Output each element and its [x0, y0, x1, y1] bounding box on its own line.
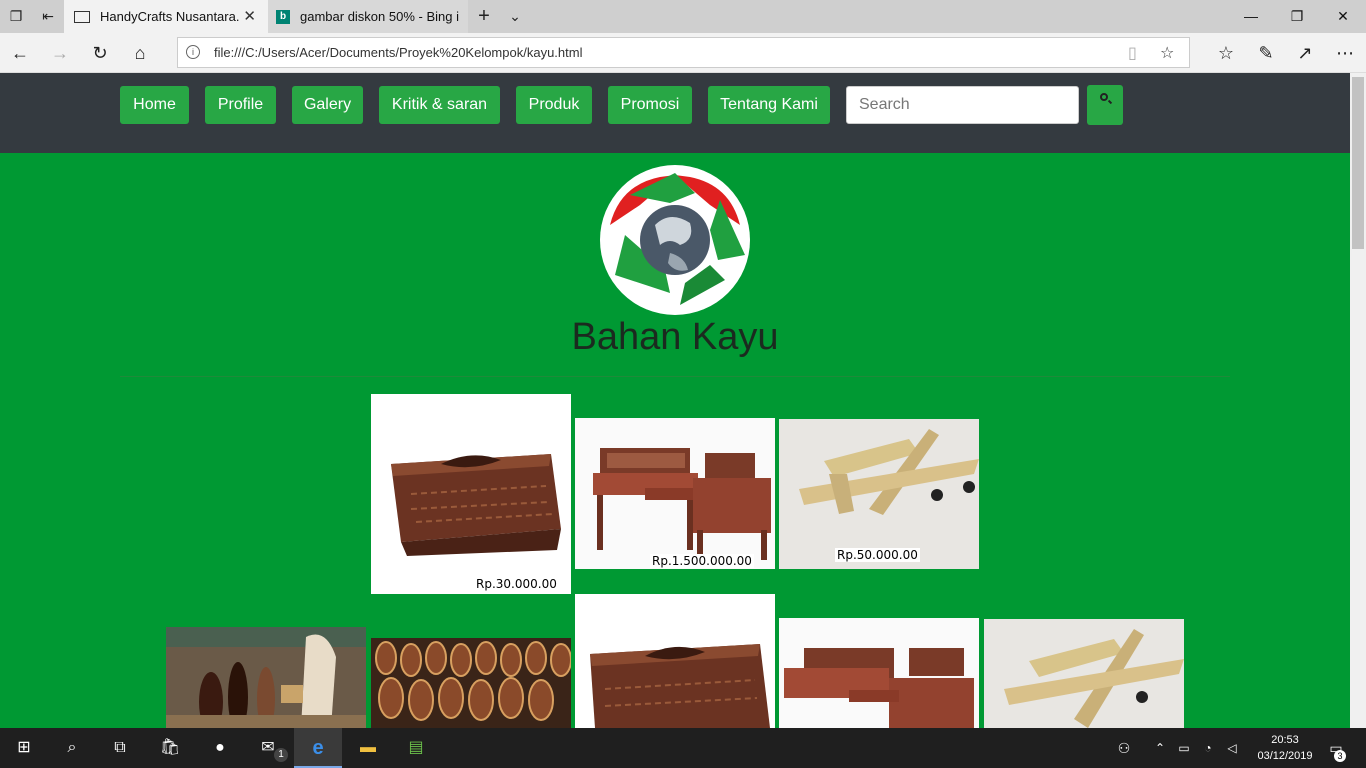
edge-taskbar-button[interactable]: e — [294, 728, 342, 768]
nav-home[interactable]: Home — [120, 86, 189, 124]
tab-manager-icon[interactable]: ❐ — [6, 6, 26, 26]
chevron-down-icon[interactable]: ⌄ — [505, 6, 525, 26]
share-icon[interactable]: ↗ — [1293, 41, 1317, 65]
favorite-star-icon[interactable]: ☆ — [1160, 43, 1174, 63]
home-icon[interactable]: ⌂ — [128, 41, 152, 65]
refresh-icon[interactable]: ↻ — [88, 41, 112, 65]
product-wooden-vases[interactable] — [166, 627, 366, 728]
bing-icon: b — [276, 9, 290, 24]
notification-badge: 3 — [1334, 750, 1346, 762]
page-scrollbar[interactable] — [1350, 73, 1366, 728]
address-toolbar: ← → ↻ ⌂ i file:///C:/Users/Acer/Document… — [0, 33, 1366, 73]
close-tab-icon[interactable]: ✕ — [243, 7, 256, 25]
nav-kritik-saran[interactable]: Kritik & saran — [379, 86, 500, 124]
search-input[interactable]: Search — [846, 86, 1079, 124]
task-view-icon[interactable]: ⧉ — [106, 734, 134, 762]
nav-galery[interactable]: Galery — [292, 86, 363, 124]
browser-tab-bar: ❐ ⇤ HandyCrafts Nusantara. ✕ b gambar di… — [0, 0, 1366, 33]
nav-produk[interactable]: Produk — [516, 86, 592, 124]
clock-time: 20:53 — [1271, 734, 1299, 746]
page-title: Bahan Kayu — [571, 316, 779, 358]
favorites-icon[interactable]: ☆ — [1214, 41, 1238, 65]
nav-promosi[interactable]: Promosi — [608, 86, 692, 124]
tab-title: HandyCrafts Nusantara. — [100, 9, 240, 24]
back-icon[interactable]: ← — [8, 41, 32, 65]
more-icon[interactable]: ⋯ — [1333, 41, 1357, 65]
url-text: file:///C:/Users/Acer/Documents/Proyek%2… — [214, 45, 583, 60]
volume-icon[interactable]: ◁ — [1218, 734, 1246, 762]
site-navbar: Home Profile Galery Kritik & saran Produ… — [0, 73, 1350, 153]
product-tissue-box[interactable]: Rp.30.000.00 — [371, 394, 571, 594]
store-icon[interactable]: 🛍 — [156, 734, 184, 762]
address-field[interactable]: i file:///C:/Users/Acer/Documents/Proyek… — [177, 37, 1190, 68]
close-window-icon[interactable]: ✕ — [1320, 0, 1366, 33]
nav-tentang-kami[interactable]: Tentang Kami — [708, 86, 830, 124]
minimize-icon[interactable]: — — [1228, 0, 1274, 33]
nav-profile[interactable]: Profile — [205, 86, 276, 124]
reading-view-icon[interactable]: ▯ — [1128, 43, 1137, 63]
people-icon[interactable]: ⚇ — [1110, 734, 1138, 762]
search-icon[interactable]: ⌕ — [58, 734, 86, 762]
product-price: Rp.1.500.000.00 — [650, 554, 754, 568]
search-button[interactable] — [1087, 85, 1123, 125]
product-price: Rp.30.000.00 — [474, 577, 559, 591]
product-price: Rp.50.000.00 — [835, 548, 920, 562]
page-icon — [74, 10, 90, 23]
info-icon[interactable]: i — [186, 45, 200, 59]
search-icon — [1100, 93, 1108, 101]
restore-icon[interactable]: ❐ — [1274, 0, 1320, 33]
tab-bing[interactable]: b gambar diskon 50% - Bing i — [268, 0, 468, 33]
clock-date: 03/12/2019 — [1257, 750, 1313, 762]
windows-start-icon[interactable]: ⊞ — [10, 734, 38, 762]
notepad-icon[interactable]: ▤ — [402, 734, 430, 762]
page-viewport: Home Profile Galery Kritik & saran Produ… — [0, 73, 1350, 728]
edge-icon: e — [312, 737, 324, 759]
pen-icon[interactable]: ✎ — [1254, 41, 1278, 65]
product-wooden-plane[interactable]: Rp.50.000.00 — [779, 419, 979, 569]
divider — [120, 376, 1230, 377]
file-explorer-icon[interactable]: ▬ — [354, 734, 382, 762]
product-furniture-set-2[interactable] — [779, 618, 979, 728]
mail-badge: 1 — [274, 748, 288, 762]
product-furniture-set[interactable]: Rp.1.500.000.00 — [575, 418, 775, 569]
product-wooden-plane-2[interactable] — [984, 619, 1184, 728]
set-aside-tabs-icon[interactable]: ⇤ — [38, 6, 58, 26]
scrollbar-thumb[interactable] — [1352, 77, 1364, 249]
product-bangles[interactable] — [371, 638, 571, 728]
product-tissue-box-2[interactable] — [575, 594, 775, 728]
new-tab-icon[interactable]: + — [474, 6, 494, 26]
windows-taskbar: ⊞ ⌕ ⧉ 🛍 ● ✉ 1 e ▬ ▤ ⚇ ⌃ ▭ ◔ ◁ 20:53 03/1… — [0, 728, 1366, 768]
forward-icon[interactable]: → — [48, 41, 72, 65]
tab-title: gambar diskon 50% - Bing i — [300, 9, 459, 24]
tab-handycrafts[interactable]: HandyCrafts Nusantara. ✕ — [64, 0, 268, 33]
site-logo — [600, 165, 750, 315]
system-clock[interactable]: 20:53 03/12/2019 — [1252, 732, 1318, 764]
firefox-icon[interactable]: ● — [206, 734, 234, 762]
